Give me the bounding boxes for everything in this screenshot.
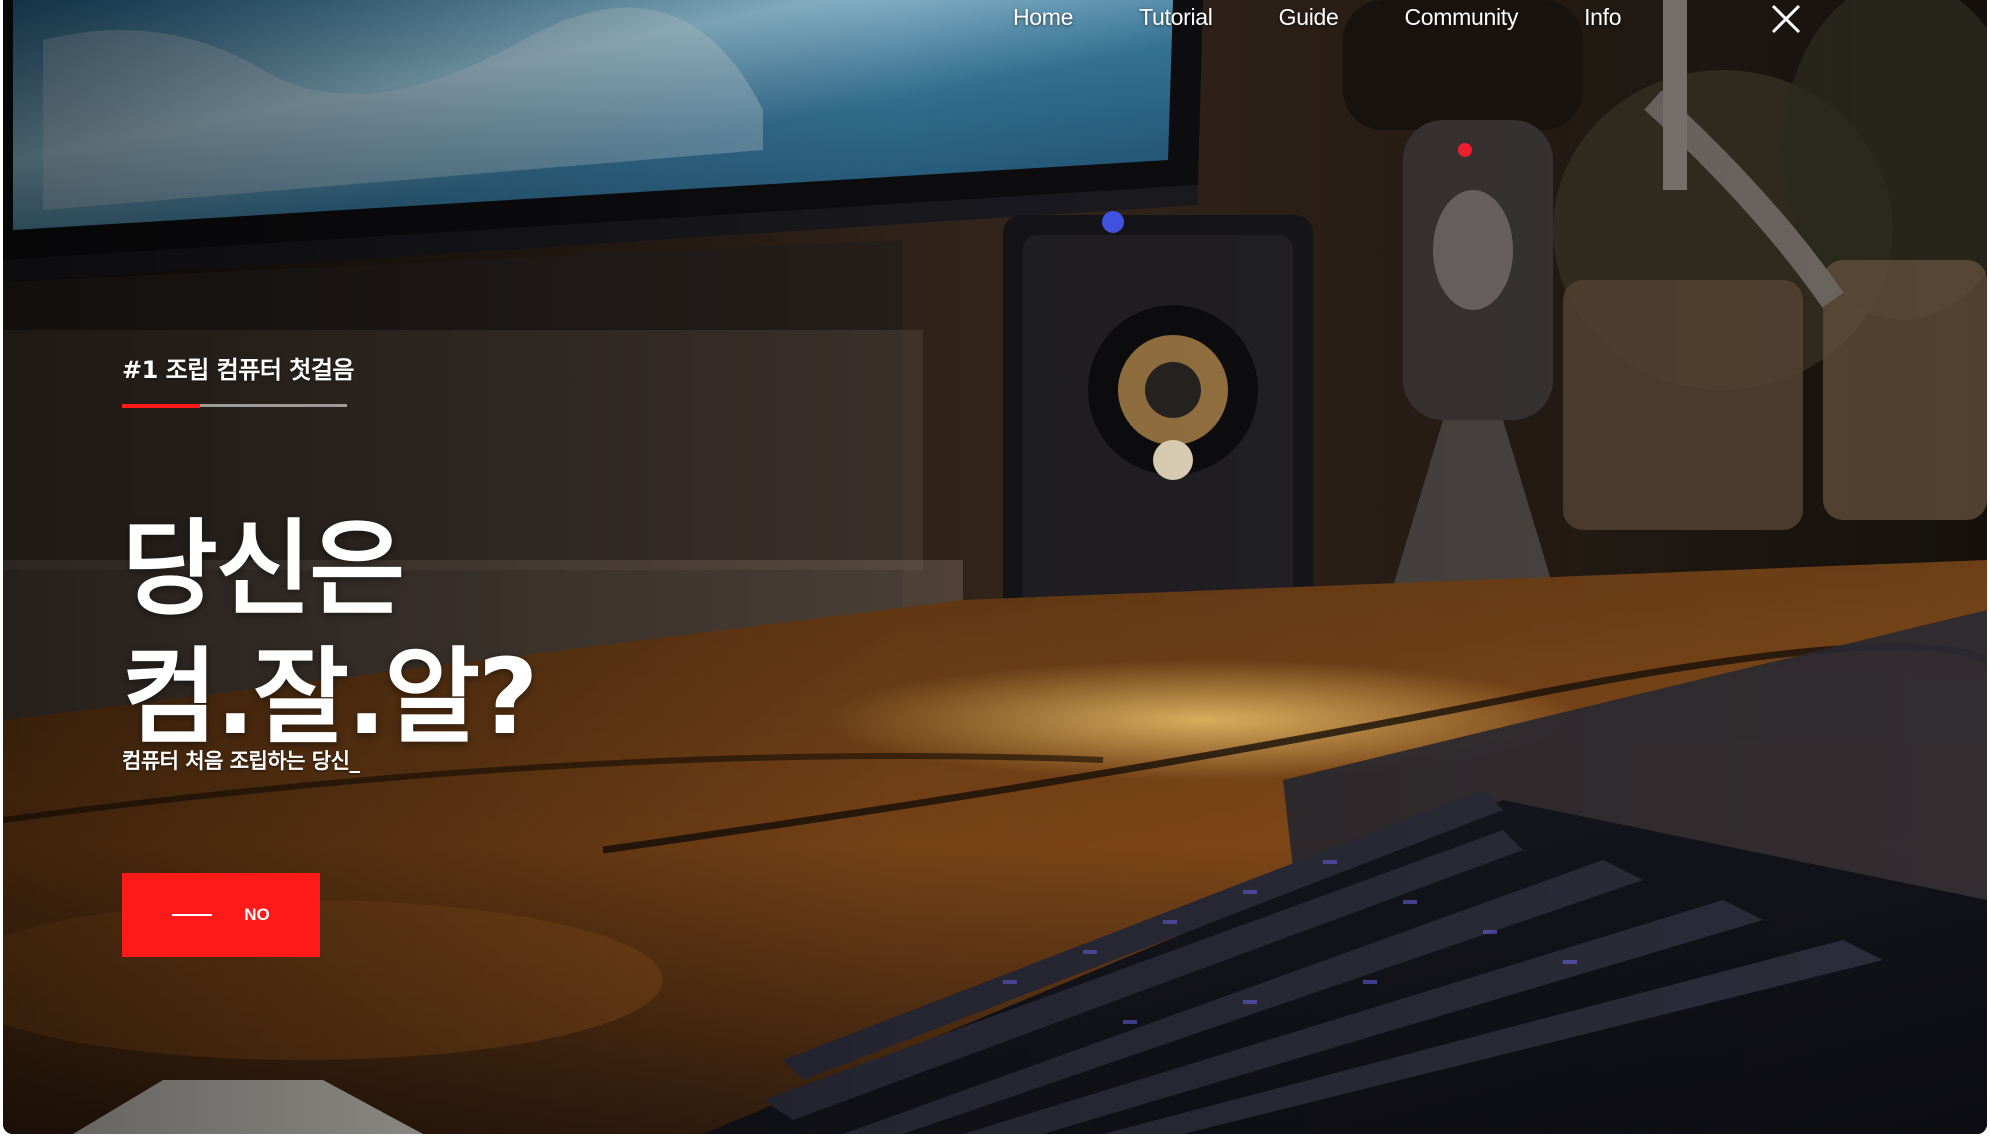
no-button-label: NO [244, 905, 270, 924]
nav-community[interactable]: Community [1404, 4, 1518, 31]
hero-subtitle: 컴퓨터 처음 조립하는 당신_ [122, 749, 360, 773]
close-icon [1771, 4, 1801, 34]
main-nav: Home Tutorial Guide Community Info [1013, 0, 1622, 34]
hero-eyebrow: #1 조립 컴퓨터 첫걸음 [122, 356, 355, 384]
nav-home[interactable]: Home [1013, 4, 1073, 31]
hero-section: Home Tutorial Guide Community Info #1 조립… [3, 0, 1987, 1134]
underline-accent [122, 403, 200, 408]
close-button[interactable] [1769, 2, 1803, 36]
nav-guide[interactable]: Guide [1279, 4, 1339, 31]
headline-line-1: 당신은 [122, 507, 405, 630]
nav-info[interactable]: Info [1584, 4, 1621, 31]
nav-tutorial[interactable]: Tutorial [1139, 4, 1213, 31]
eyebrow-underline [122, 403, 347, 408]
hero-headline: 당신은 컴.잘.알? [122, 505, 538, 761]
no-button[interactable]: NO [122, 873, 320, 957]
dash-icon [172, 914, 213, 916]
headline-line-2: 컴.잘.알? [122, 635, 538, 758]
